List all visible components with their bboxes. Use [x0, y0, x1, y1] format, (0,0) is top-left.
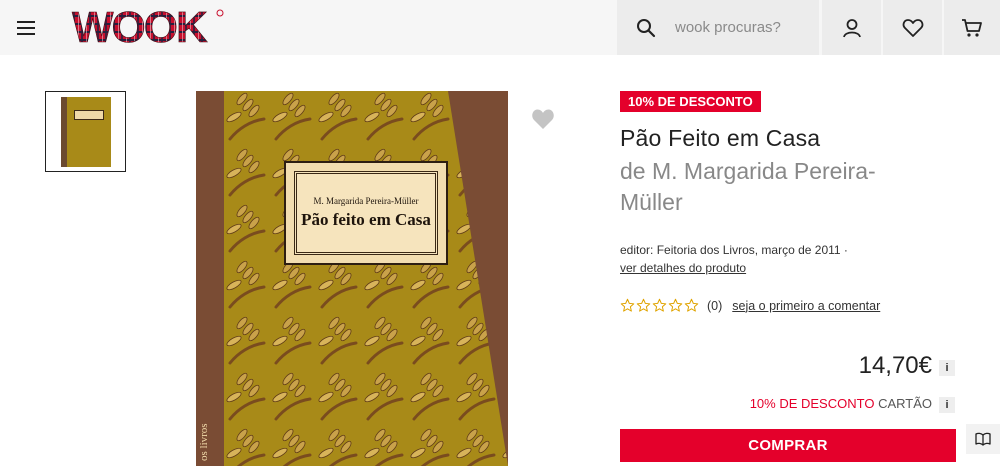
heart-icon [532, 109, 554, 129]
gallery-thumbnail[interactable] [45, 91, 126, 172]
card-discount-info-button[interactable]: i [939, 397, 955, 413]
heart-icon [902, 18, 923, 37]
book-cover-image[interactable]: M. Margarida Pereira-Müller Pão feito em… [196, 91, 508, 466]
product-price: 14,70€ [858, 352, 932, 379]
discount-badge: 10% DE DESCONTO [620, 91, 761, 112]
first-comment-link[interactable]: seja o primeiro a comentar [732, 299, 880, 313]
author-prefix: de [620, 158, 646, 184]
editor-line: editor: Feitoria dos Livros, março de 20… [620, 243, 848, 257]
cover-author: M. Margarida Pereira-Müller [313, 196, 419, 206]
star-icon [620, 298, 635, 312]
card-discount-label: CARTÃO [878, 396, 932, 411]
editor-label: editor: [620, 243, 654, 257]
cart-icon [962, 18, 982, 37]
star-icon [668, 298, 683, 312]
rating-count: (0) [707, 298, 723, 313]
reader-button[interactable] [966, 424, 1000, 454]
star-icon [636, 298, 651, 312]
search-icon[interactable] [617, 0, 675, 55]
hamburger-menu-icon [17, 20, 35, 35]
card-discount: 10% DE DESCONTO CARTÃO [700, 396, 932, 411]
product-details-link[interactable]: ver detalhes do produto [620, 261, 746, 275]
editor-value: Feitoria dos Livros, março de 2011 · [656, 243, 848, 257]
wishlist-button[interactable] [883, 0, 942, 55]
star-icon [684, 298, 699, 312]
rating-stars[interactable] [620, 298, 699, 313]
cover-spine-text: os livros [198, 423, 210, 461]
user-icon [842, 18, 861, 37]
svg-text:WOOK: WOOK [72, 4, 208, 48]
buy-button[interactable]: COMPRAR [620, 429, 956, 462]
cart-button[interactable] [944, 0, 1000, 55]
thumbnail-cover-image [60, 96, 111, 167]
price-info-button[interactable]: i [939, 360, 955, 376]
author-line: de M. Margarida Pereira-Müller [620, 156, 920, 218]
cover-spine [196, 91, 224, 466]
menu-button[interactable] [0, 0, 52, 55]
add-to-wishlist-button[interactable] [530, 106, 556, 132]
top-header: WOOK [0, 0, 1000, 55]
cover-title-label: M. Margarida Pereira-Müller Pão feito em… [284, 161, 448, 265]
author-link[interactable]: M. Margarida Pereira-Müller [620, 158, 876, 215]
star-icon [652, 298, 667, 312]
cover-title: Pão feito em Casa [301, 210, 431, 229]
account-button[interactable] [822, 0, 881, 55]
book-open-icon [975, 432, 991, 446]
product-title: Pão Feito em Casa [620, 125, 821, 151]
search-bar[interactable] [617, 0, 819, 55]
rating-row: (0) seja o primeiro a comentar [620, 298, 880, 313]
search-input[interactable] [675, 19, 815, 36]
wook-logo[interactable]: WOOK [70, 3, 230, 52]
card-discount-amount: 10% DE DESCONTO [749, 396, 875, 411]
